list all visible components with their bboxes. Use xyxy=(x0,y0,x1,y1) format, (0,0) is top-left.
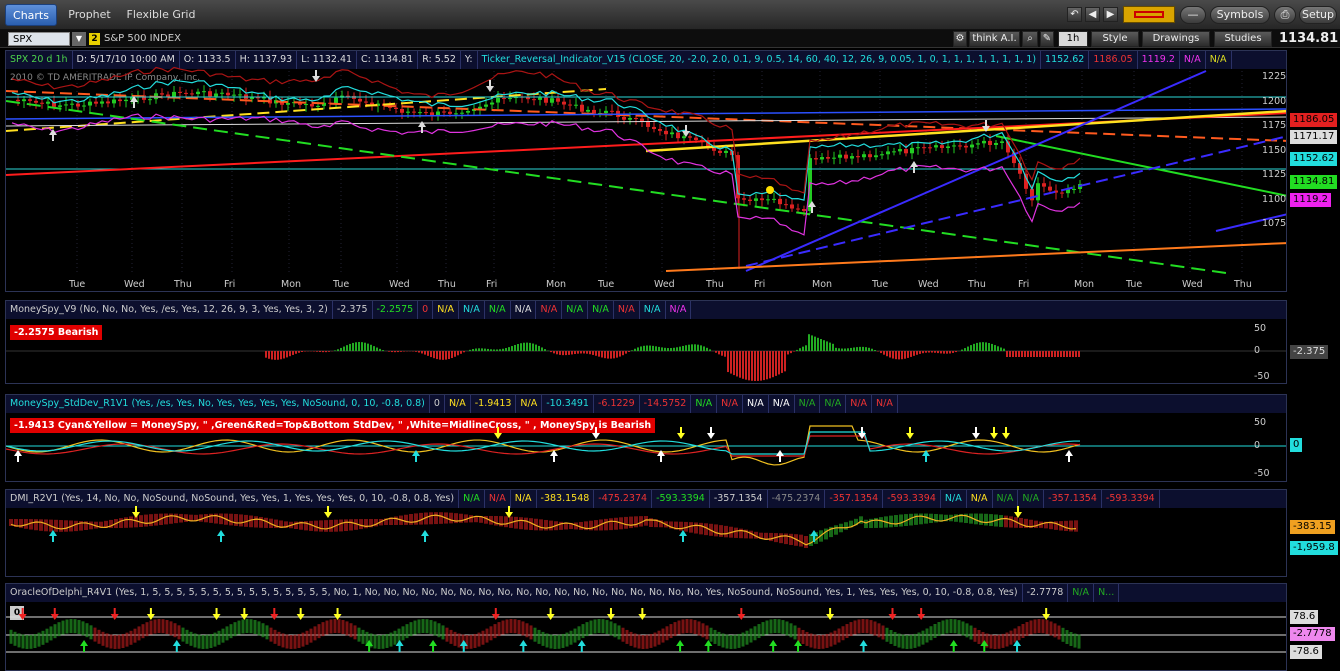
gear-icon[interactable]: ⚙ xyxy=(953,31,967,47)
moneyspy-ytick-mid: 0 xyxy=(1254,345,1261,356)
tab-charts[interactable]: Charts xyxy=(5,4,57,26)
oracle-panel[interactable]: OracleOfDelphi_R4V1 (Yes, 1, 5, 5, 5, 5,… xyxy=(5,583,1287,671)
price-tag: 1186.05 xyxy=(1290,113,1338,127)
stddev-panel[interactable]: MoneySpy_StdDev_R1V1 (Yes, /es, Yes, No,… xyxy=(5,394,1287,482)
x-tick: Thu xyxy=(968,279,986,290)
x-tick: Thu xyxy=(438,279,456,290)
x-tick: Thu xyxy=(706,279,724,290)
symbol-description: S&P 500 INDEX xyxy=(104,33,181,44)
x-tick: Wed xyxy=(654,279,675,290)
oracle-value-tag-1: 78.6 xyxy=(1290,610,1319,624)
price-ytick: 1200 xyxy=(1262,95,1287,107)
period-select[interactable]: 1h xyxy=(1058,31,1088,47)
stddev-ytick-top: 50 xyxy=(1254,417,1267,428)
setup-button[interactable]: Setup xyxy=(1299,6,1337,24)
oracle-chart xyxy=(6,608,1286,653)
print-icon[interactable]: ⎙ xyxy=(1274,6,1296,24)
x-tick: Mon xyxy=(281,279,302,290)
style-label: Style xyxy=(1102,33,1128,44)
x-tick: Tue xyxy=(872,279,889,290)
link-color-icon[interactable] xyxy=(1123,6,1175,23)
band-magenta xyxy=(11,113,1081,236)
tab-flexible-grid[interactable]: Flexible Grid xyxy=(122,4,200,26)
symbol-input[interactable]: SPX xyxy=(8,32,70,46)
top-toolbar: Charts Prophet Flexible Grid ↶ ◀ ▶ — Sym… xyxy=(0,0,1340,30)
moneyspy-ytick-bottom: -50 xyxy=(1254,371,1270,382)
oracle-value-tag-2: -2.7778 xyxy=(1290,627,1335,641)
studies-button[interactable]: Studies xyxy=(1214,31,1272,47)
magnifier-icon[interactable]: ⌕ xyxy=(1022,31,1038,47)
think-ai-button[interactable]: think A.I. xyxy=(969,31,1020,47)
price-tag: 1171.17 xyxy=(1290,130,1338,144)
symbols-button[interactable]: Symbols xyxy=(1210,6,1270,24)
signal-dot xyxy=(766,186,774,194)
x-tick: Fri xyxy=(1018,279,1030,290)
symbol-dropdown-icon[interactable]: ▼ xyxy=(72,32,86,46)
x-tick: Wed xyxy=(918,279,939,290)
symbol-bar xyxy=(0,30,1340,48)
drawings-button[interactable]: Drawings xyxy=(1142,31,1210,47)
x-tick: Mon xyxy=(546,279,567,290)
dmi-value-tag-2: -1,959.8 xyxy=(1290,541,1338,555)
drawings-label: Drawings xyxy=(1152,33,1200,44)
price-ytick: 1175 xyxy=(1262,120,1287,131)
studies-label: Studies xyxy=(1224,33,1262,44)
dmi-chart xyxy=(9,506,1078,548)
stddev-ytick-mid: 0 xyxy=(1254,440,1261,451)
last-price: 1134.81 xyxy=(1279,31,1339,46)
dmi-value-tag-1: -383.15 xyxy=(1290,520,1335,534)
price-ytick: 1150 xyxy=(1262,144,1287,156)
x-tick: Tue xyxy=(69,279,86,290)
dmi-panel[interactable]: DMI_R2V1 (Yes, 14, No, No, NoSound, NoSo… xyxy=(5,489,1287,577)
nav-forward-icon[interactable]: ▶ xyxy=(1103,7,1118,22)
x-tick: Tue xyxy=(1126,279,1143,290)
x-tick: Mon xyxy=(812,279,833,290)
price-tag: 1152.62 xyxy=(1290,152,1338,166)
x-tick: Fri xyxy=(486,279,498,290)
price-tag: 1119.2 xyxy=(1290,193,1331,207)
oracle-value-tag-3: -78.6 xyxy=(1290,645,1322,659)
price-ytick: 1125 xyxy=(1262,169,1287,180)
moneyspy-ytick-top: 50 xyxy=(1254,323,1267,334)
x-tick: Fri xyxy=(754,279,766,290)
x-tick: Wed xyxy=(124,279,145,290)
link-number-badge: 2 xyxy=(89,33,100,45)
price-ytick: 1075 xyxy=(1262,218,1287,229)
price-ytick: 1100 xyxy=(1262,193,1287,205)
stddev-value-tag: 0 xyxy=(1290,438,1303,452)
stddev-chart xyxy=(6,425,1286,466)
minimize-icon[interactable]: — xyxy=(1180,6,1206,24)
x-tick: Tue xyxy=(333,279,350,290)
moneyspy-histogram xyxy=(6,334,1286,381)
price-tag: 1134.81 xyxy=(1290,175,1338,189)
x-tick: Thu xyxy=(1234,279,1252,290)
price-arrows xyxy=(49,70,990,213)
x-tick: Fri xyxy=(224,279,236,290)
price-panel[interactable]: SPX 20 d 1h D: 5/17/10 10:00 AM O: 1133.5 H… xyxy=(5,50,1287,292)
moneyspy-value-tag: -2.375 xyxy=(1290,345,1329,359)
x-tick: Mon xyxy=(1074,279,1095,290)
channel-blue-upper[interactable] xyxy=(745,70,1207,272)
draw-tool-icon[interactable]: ✎ xyxy=(1040,31,1054,47)
nav-back-icon[interactable]: ◀ xyxy=(1085,7,1100,22)
stddev-ytick-bottom: -50 xyxy=(1254,468,1270,479)
price-chart xyxy=(6,66,1286,274)
x-tick: Wed xyxy=(1182,279,1203,290)
tab-prophet[interactable]: Prophet xyxy=(62,4,117,26)
moneyspy-panel[interactable]: MoneySpy_V9 (No, No, No, Yes, /es, Yes, … xyxy=(5,300,1287,384)
x-tick: Thu xyxy=(174,279,192,290)
history-back-icon[interactable]: ↶ xyxy=(1067,7,1082,22)
price-ytick: 1225 xyxy=(1262,71,1287,82)
x-tick: Wed xyxy=(389,279,410,290)
style-button[interactable]: Style xyxy=(1091,31,1139,47)
x-tick: Tue xyxy=(598,279,615,290)
